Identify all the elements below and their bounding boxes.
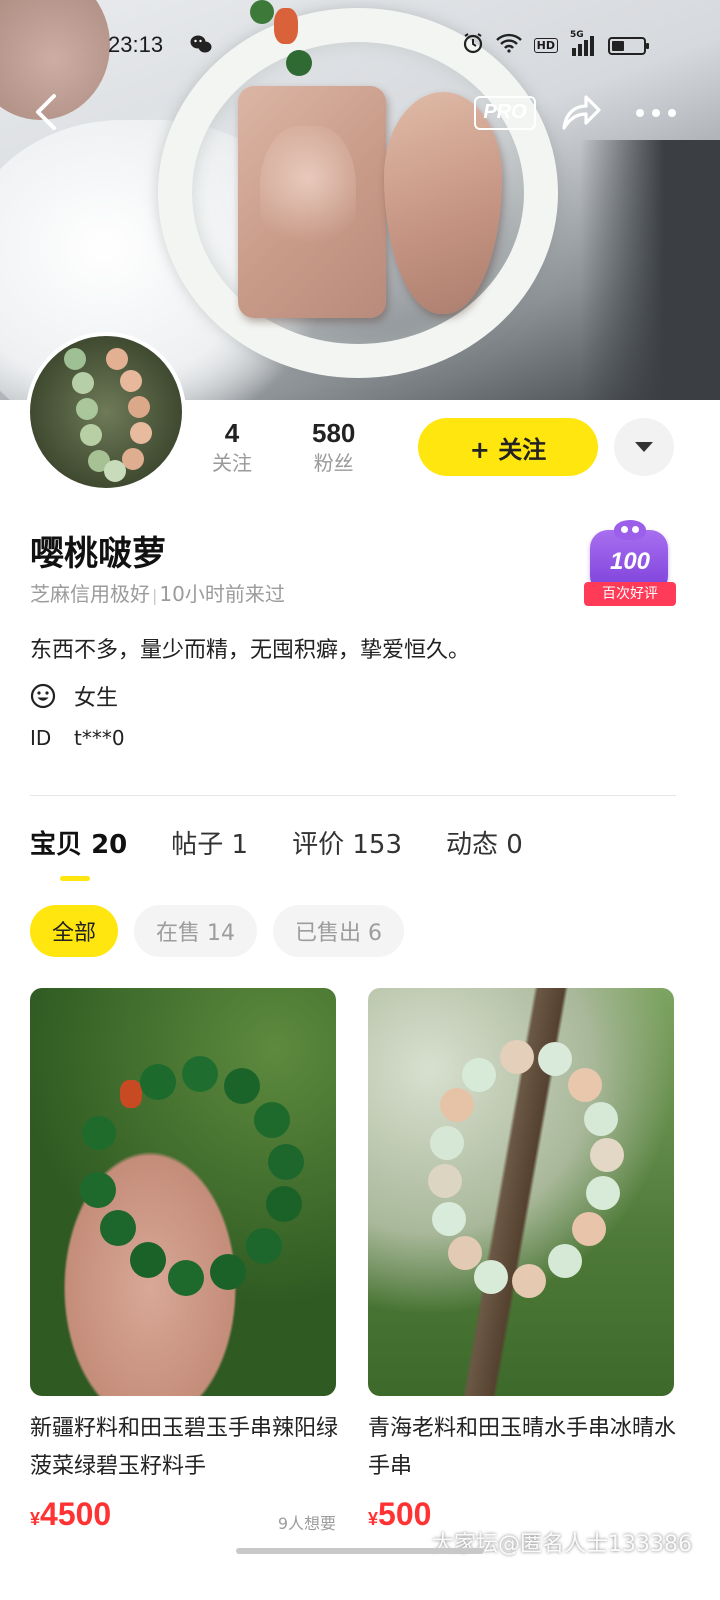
following-label: 关注	[212, 451, 252, 475]
price-value: 500	[378, 1496, 432, 1532]
tab-reviews-count: 153	[352, 830, 403, 860]
smile-icon	[30, 683, 56, 709]
tab-activity[interactable]: 动态 0	[446, 824, 523, 861]
rating-badge[interactable]: 100 百次好评	[584, 520, 676, 610]
followers-count: 580	[312, 418, 356, 448]
bio-text: 东西不多，量少而精，无囤积癖，挚爱恒久。	[30, 638, 471, 663]
product-price-row: ¥4500 9人想要	[30, 1496, 336, 1533]
price-value: 4500	[40, 1496, 112, 1532]
filter-on-sale[interactable]: 在售 14	[134, 905, 258, 957]
active-tab-indicator	[60, 876, 90, 881]
mascot-icon	[614, 520, 646, 540]
following-stat[interactable]: 4 关注	[212, 418, 252, 478]
status-time: 23:13	[108, 32, 164, 57]
last-seen: 10小时前来过	[159, 582, 285, 606]
more-options-button[interactable]	[634, 96, 678, 134]
product-title: 青海老料和田玉晴水手串冰晴水手串	[368, 1416, 677, 1479]
filter-all[interactable]: 全部	[30, 905, 119, 957]
credit-score: 芝麻信用极好	[30, 582, 150, 606]
pro-badge[interactable]: PRO	[474, 96, 536, 130]
caret-down-icon	[635, 442, 653, 452]
rating-badge-number: 100	[609, 548, 651, 575]
follow-button-label: + 关注	[469, 435, 547, 464]
share-icon	[562, 95, 601, 130]
tab-reviews-label: 评价	[292, 830, 345, 860]
alarm-icon	[462, 32, 484, 59]
product-image	[30, 988, 336, 1396]
credit-line: 芝麻信用极好 | 10小时前来过	[30, 582, 285, 606]
tab-posts[interactable]: 帖子 1	[171, 824, 248, 861]
share-button[interactable]	[560, 92, 602, 136]
followers-stat[interactable]: 580 粉丝	[312, 418, 355, 478]
id-value: t***0	[74, 726, 125, 750]
filter-sold[interactable]: 已售出 6	[273, 905, 405, 957]
content-tabs: 宝贝 20 帖子 1 评价 153 动态 0	[30, 824, 523, 861]
more-dots-icon	[636, 109, 676, 117]
wants-count: 9人想要	[277, 1514, 336, 1533]
id-row: ID t***0	[30, 726, 125, 750]
tab-activity-label: 动态	[446, 830, 499, 860]
rating-badge-label: 百次好评	[584, 582, 676, 606]
follow-button[interactable]: + 关注	[418, 418, 598, 476]
tab-items-label: 宝贝	[30, 830, 83, 860]
product-card[interactable]: 新疆籽料和田玉碧玉手串辣阳绿菠菜绿碧玉籽料手 ¥4500 9人想要	[30, 988, 338, 1533]
wechat-icon	[190, 34, 212, 59]
gender-row: 女生	[30, 680, 118, 712]
home-indicator[interactable]	[236, 1548, 484, 1554]
username: 嘤桃啵萝	[30, 534, 166, 574]
avatar[interactable]	[26, 332, 186, 492]
network-type: 5G	[570, 29, 584, 40]
back-button[interactable]	[30, 92, 60, 136]
tab-items-count: 20	[91, 830, 128, 860]
wifi-icon	[495, 33, 522, 58]
tab-items[interactable]: 宝贝 20	[30, 824, 127, 861]
product-card[interactable]: 青海老料和田玉晴水手串冰晴水手串 ¥500	[368, 988, 676, 1532]
gender-text: 女生	[74, 686, 119, 711]
product-price: ¥500	[368, 1496, 431, 1532]
id-label: ID	[30, 726, 52, 750]
tab-posts-label: 帖子	[171, 830, 224, 860]
battery-icon	[608, 36, 649, 55]
product-title: 新疆籽料和田玉碧玉手串辣阳绿菠菜绿碧玉籽料手	[30, 1416, 339, 1479]
tab-activity-count: 0	[506, 830, 523, 860]
chevron-left-icon	[36, 94, 56, 130]
hd-badge: HD	[533, 38, 558, 53]
filter-chips: 全部 在售 14 已售出 6	[30, 905, 405, 957]
tab-reviews[interactable]: 评价 153	[292, 824, 402, 861]
product-image	[368, 988, 674, 1396]
following-count: 4	[224, 418, 240, 448]
currency-symbol: ¥	[30, 1509, 41, 1529]
status-bar: 23:13 HD 5G	[0, 30, 720, 64]
follow-dropdown-button[interactable]	[614, 418, 674, 476]
currency-symbol: ¥	[368, 1509, 379, 1529]
tab-posts-count: 1	[231, 830, 249, 860]
divider	[30, 795, 676, 796]
product-price: ¥4500	[30, 1496, 111, 1532]
followers-label: 粉丝	[313, 451, 354, 475]
signal-icon: 5G	[570, 30, 596, 56]
